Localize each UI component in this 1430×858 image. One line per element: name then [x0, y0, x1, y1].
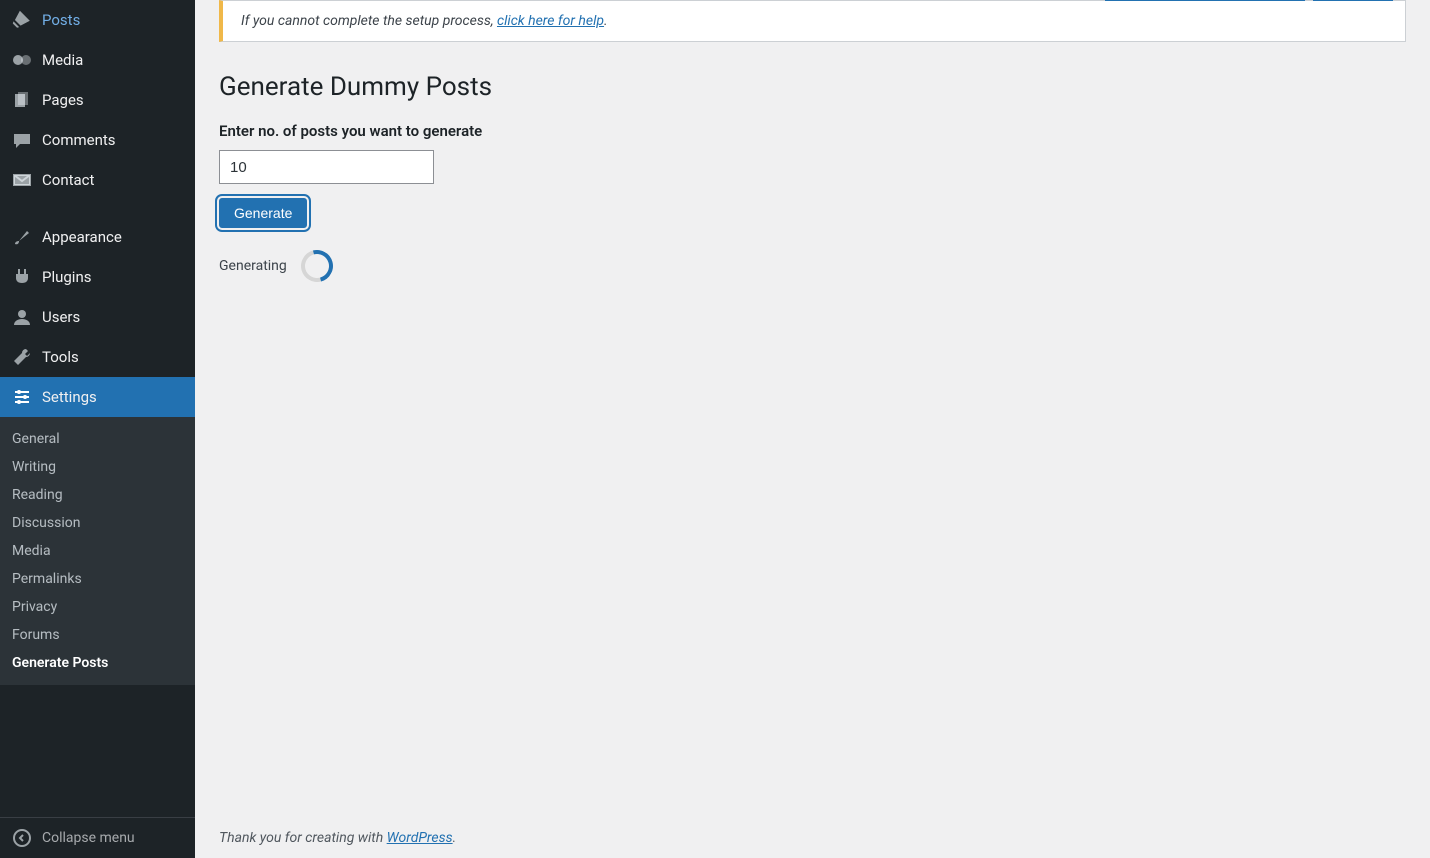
- submenu-discussion[interactable]: Discussion: [0, 509, 195, 537]
- sidebar-item-label: Comments: [42, 131, 116, 149]
- pin-icon: [12, 10, 32, 30]
- collapse-icon: [12, 828, 32, 848]
- plug-icon: [12, 267, 32, 287]
- sliders-icon: [12, 387, 32, 407]
- user-icon: [12, 307, 32, 327]
- submenu-privacy[interactable]: Privacy: [0, 593, 195, 621]
- sidebar-item-settings[interactable]: Settings: [0, 377, 195, 417]
- main-content: If you cannot complete the setup process…: [195, 0, 1430, 858]
- pages-icon: [12, 90, 32, 110]
- sidebar-item-label: Settings: [42, 388, 97, 406]
- submenu-reading[interactable]: Reading: [0, 481, 195, 509]
- spinner-icon: [295, 244, 339, 288]
- envelope-icon: [12, 170, 32, 190]
- page-title: Generate Dummy Posts: [219, 72, 1406, 102]
- menu-separator: [0, 200, 195, 217]
- sidebar-item-label: Tools: [42, 348, 79, 366]
- status-row: Generating: [219, 250, 1406, 282]
- sidebar-item-posts[interactable]: Posts: [0, 0, 195, 40]
- admin-sidebar: Posts Media Pages Comments Contact Appea…: [0, 0, 195, 858]
- sidebar-item-plugins[interactable]: Plugins: [0, 257, 195, 297]
- sidebar-item-label: Posts: [42, 11, 80, 29]
- submenu-writing[interactable]: Writing: [0, 453, 195, 481]
- brush-icon: [12, 227, 32, 247]
- sidebar-item-media[interactable]: Media: [0, 40, 195, 80]
- notice-prefix: If you cannot complete the setup process…: [241, 13, 497, 29]
- submenu-forums[interactable]: Forums: [0, 621, 195, 649]
- submenu-generate-posts[interactable]: Generate Posts: [0, 649, 195, 677]
- footer-prefix: Thank you for creating with: [219, 830, 387, 846]
- footer-wordpress-link[interactable]: WordPress: [387, 830, 453, 846]
- submenu-general[interactable]: General: [0, 425, 195, 453]
- notice-help-link[interactable]: click here for help: [497, 13, 604, 29]
- generate-button[interactable]: Generate: [219, 198, 307, 228]
- sidebar-item-label: Users: [42, 308, 80, 326]
- media-icon: [12, 50, 32, 70]
- sidebar-item-pages[interactable]: Pages: [0, 80, 195, 120]
- notice-button-narrow[interactable]: [1313, 0, 1393, 1]
- sidebar-item-appearance[interactable]: Appearance: [0, 217, 195, 257]
- sidebar-item-comments[interactable]: Comments: [0, 120, 195, 160]
- collapse-menu-button[interactable]: Collapse menu: [0, 817, 195, 858]
- setup-notice: If you cannot complete the setup process…: [219, 0, 1406, 42]
- sidebar-item-tools[interactable]: Tools: [0, 337, 195, 377]
- sidebar-item-label: Contact: [42, 171, 94, 189]
- settings-submenu: General Writing Reading Discussion Media…: [0, 417, 195, 685]
- submenu-media[interactable]: Media: [0, 537, 195, 565]
- field-label: Enter no. of posts you want to generate: [219, 122, 1406, 140]
- footer-credit: Thank you for creating with WordPress.: [219, 830, 456, 846]
- sidebar-item-users[interactable]: Users: [0, 297, 195, 337]
- sidebar-item-label: Appearance: [42, 228, 122, 246]
- sidebar-item-contact[interactable]: Contact: [0, 160, 195, 200]
- status-text: Generating: [219, 258, 287, 274]
- collapse-label: Collapse menu: [42, 830, 135, 846]
- posts-count-input[interactable]: [219, 150, 434, 184]
- wrench-icon: [12, 347, 32, 367]
- sidebar-item-label: Pages: [42, 91, 84, 109]
- notice-buttons-cutoff: [1105, 0, 1393, 1]
- comments-icon: [12, 130, 32, 150]
- notice-suffix: .: [604, 13, 608, 29]
- sidebar-item-label: Plugins: [42, 268, 91, 286]
- submenu-permalinks[interactable]: Permalinks: [0, 565, 195, 593]
- notice-button-wide[interactable]: [1105, 0, 1305, 1]
- footer-suffix: .: [453, 830, 457, 846]
- sidebar-item-label: Media: [42, 51, 83, 69]
